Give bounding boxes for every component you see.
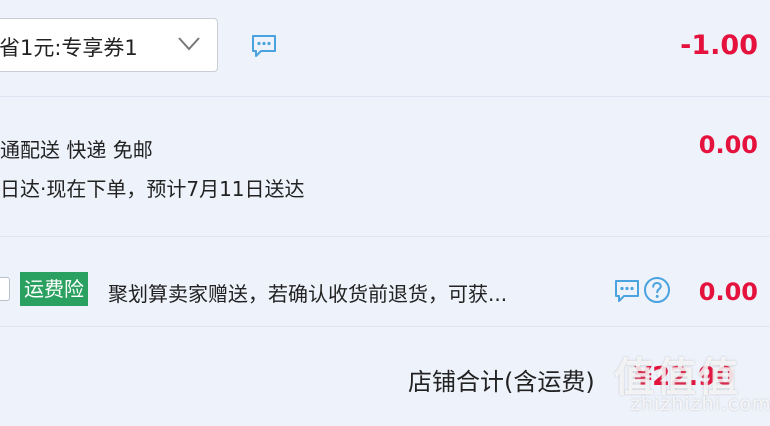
delivery-fee-amount: 0.00 — [698, 131, 758, 159]
divider — [0, 326, 770, 327]
freight-insurance-badge: 运费险 — [20, 272, 88, 306]
delivery-estimate: 隔日达·现在下单，预计7月11日送达 — [0, 177, 305, 201]
divider — [0, 96, 770, 97]
coupon-select[interactable]: 省1元:专享券1 — [0, 18, 218, 72]
watermark-url: zhizhizhi.com — [630, 393, 770, 415]
delivery-method: 普通配送 快递 免邮 — [0, 138, 153, 162]
coupon-selected-value: 省1元:专享券1 — [0, 36, 138, 60]
coupon-discount-amount: -1.00 — [680, 30, 758, 61]
help-icon[interactable] — [643, 276, 671, 304]
watermark: 值值值 zhizhizhi.com — [614, 345, 770, 425]
divider — [0, 236, 770, 237]
message-icon[interactable] — [613, 278, 641, 304]
store-total-label: 店铺合计(含运费) — [408, 368, 595, 396]
insurance-amount: 0.00 — [698, 278, 758, 306]
chevron-down-icon — [178, 37, 200, 51]
insurance-checkbox[interactable] — [0, 277, 10, 301]
message-icon[interactable] — [250, 33, 278, 59]
insurance-description: 聚划算卖家赠送，若确认收货前退货，可获... — [108, 282, 508, 306]
